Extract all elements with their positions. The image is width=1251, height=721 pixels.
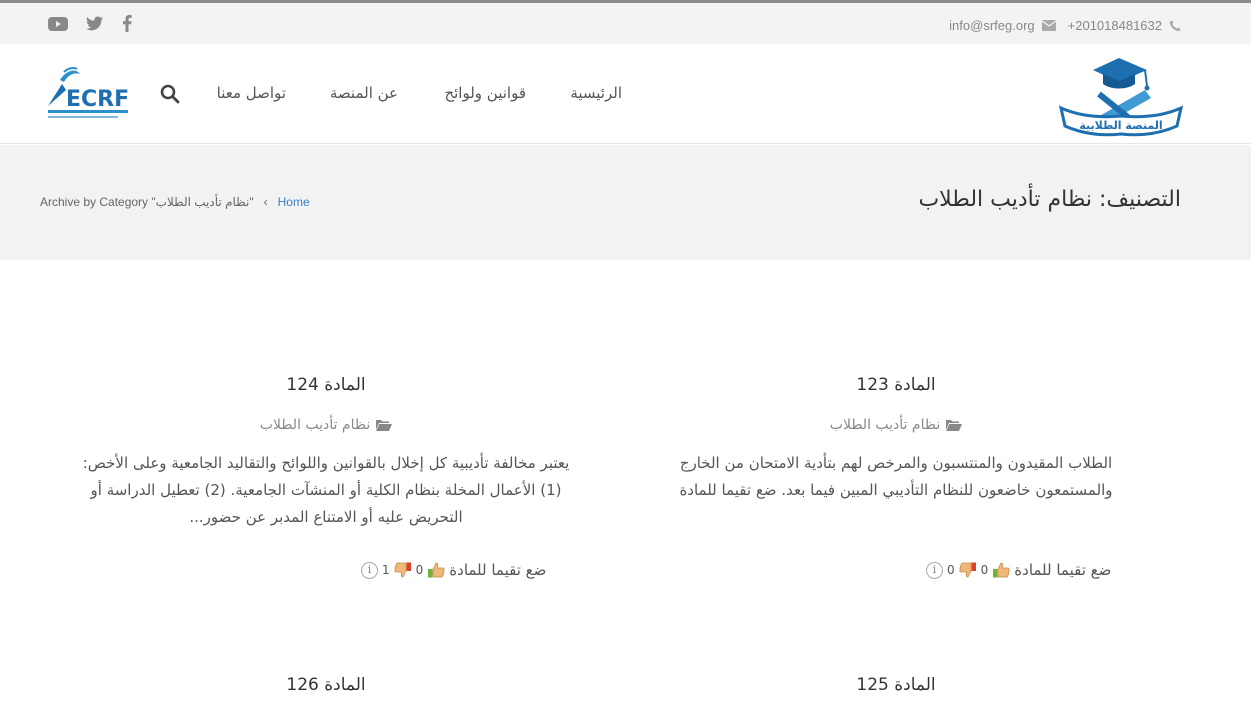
post-category-link[interactable]: نظام تأديب الطلاب <box>830 417 940 433</box>
likes-count: 0 <box>980 563 989 577</box>
search-icon[interactable] <box>160 84 180 104</box>
post-category: نظام تأديب الطلاب <box>76 417 576 433</box>
site-logo-text: المنصة الطلابية <box>1079 119 1162 132</box>
top-bar: info@srfeg.org +201018481632 <box>0 0 1251 44</box>
ecrf-logo[interactable]: ECRF <box>44 66 130 122</box>
social-links <box>48 15 132 36</box>
nav-about[interactable]: عن المنصة <box>330 84 398 102</box>
rating-widget: ضع تقيما للمادة 0 0 i <box>926 561 1111 579</box>
post-card: المادة 124 نظام تأديب الطلاب يعتبر مخالف… <box>76 375 576 531</box>
folder-open-icon <box>376 420 393 431</box>
twitter-icon[interactable] <box>86 16 104 35</box>
post-title[interactable]: المادة 123 <box>646 375 1146 395</box>
rating-label: ضع تقيما للمادة <box>449 561 547 579</box>
facebook-icon[interactable] <box>122 15 132 36</box>
envelope-icon <box>1041 20 1056 31</box>
email-contact[interactable]: info@srfeg.org <box>949 18 1056 33</box>
page-title: التصنيف: نظام تأديب الطلاب <box>918 187 1181 212</box>
thumbs-down-icon[interactable] <box>959 562 977 578</box>
breadcrumb-home[interactable]: Home <box>278 195 310 209</box>
breadcrumb-separator-icon: ‹ <box>263 195 268 209</box>
rating-label: ضع تقيما للمادة <box>1014 561 1112 579</box>
dislikes-count: 1 <box>382 563 390 577</box>
info-icon[interactable]: i <box>361 561 378 579</box>
post-card: المادة 125 <box>646 675 1146 695</box>
post-excerpt: يعتبر مخالفة تأديبية كل إخلال بالقوانين … <box>82 454 570 526</box>
post-excerpt: الطلاب المقيدون والمنتسبون والمرخص لهم ب… <box>679 454 1113 499</box>
site-header: ECRF الرئيسية قوانين ولوائح عن المنصة تو… <box>0 44 1251 144</box>
post-category-link[interactable]: نظام تأديب الطلاب <box>260 417 370 433</box>
site-logo[interactable]: المنصة الطلابية <box>1058 50 1184 140</box>
info-icon[interactable]: i <box>926 561 943 579</box>
thumbs-up-icon[interactable] <box>427 562 445 578</box>
phone-icon <box>1169 20 1181 31</box>
nav-contact[interactable]: تواصل معنا <box>217 84 286 102</box>
thumbs-down-icon[interactable] <box>394 562 412 578</box>
ecrf-logo-text: ECRF <box>66 87 129 112</box>
folder-open-icon <box>946 420 963 431</box>
nav-laws[interactable]: قوانين ولوائح <box>444 84 526 102</box>
youtube-icon[interactable] <box>48 16 68 36</box>
contact-info: info@srfeg.org +201018481632 <box>949 18 1181 33</box>
breadcrumb-current: Archive by Category "نظام تأديب الطلاب" <box>40 195 254 209</box>
breadcrumb: Archive by Category "نظام تأديب الطلاب" … <box>40 195 310 209</box>
post-card: المادة 126 <box>76 675 576 695</box>
main-nav: الرئيسية قوانين ولوائح عن المنصة تواصل م… <box>210 84 630 108</box>
post-card: المادة 123 نظام تأديب الطلاب الطلاب المق… <box>646 375 1146 504</box>
thumbs-up-icon[interactable] <box>992 562 1010 578</box>
post-category: نظام تأديب الطلاب <box>646 417 1146 433</box>
post-title[interactable]: المادة 126 <box>76 675 576 695</box>
nav-home[interactable]: الرئيسية <box>570 84 622 102</box>
page-banner: التصنيف: نظام تأديب الطلاب Archive by Ca… <box>0 145 1251 260</box>
post-title[interactable]: المادة 125 <box>646 675 1146 695</box>
phone-contact[interactable]: +201018481632 <box>1068 18 1181 33</box>
rating-widget: ضع تقيما للمادة 0 1 i <box>361 561 546 579</box>
dislikes-count: 0 <box>947 563 955 577</box>
email-text: info@srfeg.org <box>949 18 1035 33</box>
likes-count: 0 <box>415 563 424 577</box>
phone-text: +201018481632 <box>1067 18 1162 33</box>
post-title[interactable]: المادة 124 <box>76 375 576 395</box>
